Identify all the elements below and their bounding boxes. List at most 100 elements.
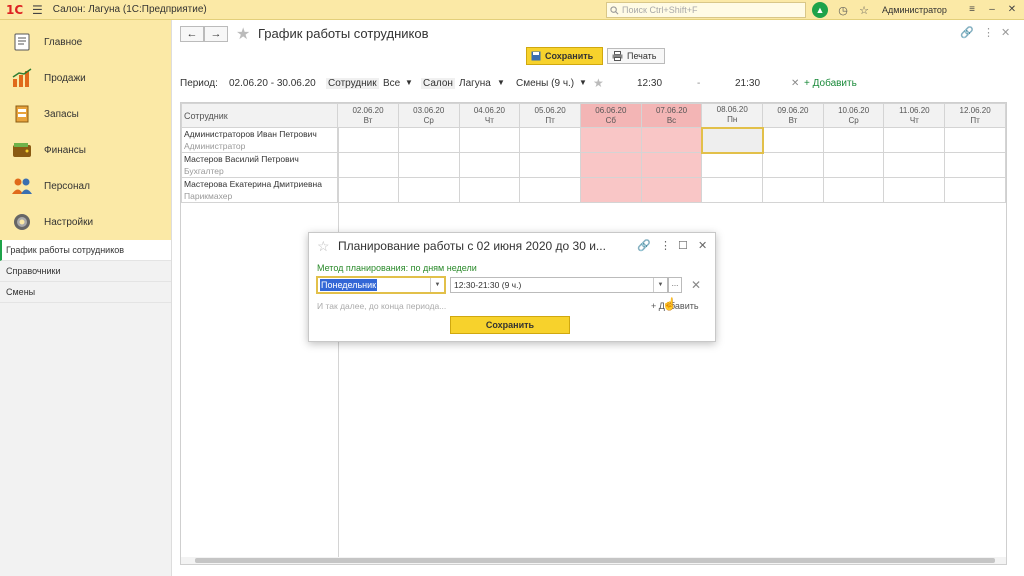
schedule-cell[interactable] (397, 127, 460, 153)
employee-dropdown-icon[interactable]: ▼ (405, 78, 413, 87)
chevron-down-icon[interactable]: ▼ (653, 278, 667, 292)
day-header[interactable]: 03.06.20 Ср (397, 103, 460, 128)
employee-filter-value[interactable]: Все (383, 78, 400, 89)
schedule-cell[interactable] (458, 177, 521, 203)
schedule-cell[interactable] (944, 152, 1006, 178)
employee-cell[interactable]: Мастерова Екатерина Дмитриевна Парикмахер (181, 177, 339, 203)
employee-column-header[interactable]: Сотрудник (181, 103, 339, 128)
dialog-close-icon[interactable]: ✕ (698, 239, 707, 252)
day-header[interactable]: 02.06.20 Вт (337, 103, 399, 128)
day-header[interactable]: 08.06.20 Пн (701, 103, 764, 128)
section-staff[interactable]: Персонал (0, 168, 171, 204)
close-form-icon[interactable]: ✕ (1001, 26, 1010, 39)
chevron-down-icon[interactable]: ▼ (430, 278, 444, 292)
schedule-cell-weekend[interactable] (579, 177, 642, 203)
delete-row-icon[interactable]: ✕ (691, 278, 701, 292)
dialog-link-icon[interactable]: 🔗 (637, 239, 651, 252)
dialog-favorite-star-icon[interactable]: ☆ (317, 238, 330, 255)
schedule-cell[interactable] (822, 177, 885, 203)
forward-button[interactable]: → (204, 26, 228, 42)
schedule-cell[interactable] (762, 152, 824, 178)
section-stock[interactable]: Запасы (0, 96, 171, 132)
employee-cell[interactable]: Администраторов Иван Петрович Администрат… (181, 127, 339, 153)
favorites-star-icon[interactable]: ☆ (858, 4, 870, 17)
minimize-icon[interactable]: – (984, 2, 1000, 18)
schedule-cell[interactable] (883, 127, 946, 153)
nav-catalogs[interactable]: Справочники (0, 261, 171, 282)
employee-row[interactable]: Администраторов Иван Петрович Администрат… (181, 126, 1006, 154)
day-header[interactable]: 12.06.20 Пт (944, 103, 1006, 128)
salon-filter-value[interactable]: Лагуна (459, 78, 491, 89)
more-actions-icon[interactable]: ⋮ (983, 26, 994, 39)
schedule-cell[interactable] (822, 152, 885, 178)
schedule-cell[interactable] (458, 127, 521, 153)
print-button[interactable]: Печать (607, 48, 665, 64)
schedule-cell[interactable] (519, 152, 581, 178)
day-header[interactable]: 09.06.20 Вт (762, 103, 824, 128)
employee-cell[interactable]: Мастеров Василий Петрович Бухгалтер (181, 152, 339, 178)
schedule-cell[interactable] (397, 152, 460, 178)
schedule-cell[interactable] (822, 127, 885, 153)
time-to[interactable]: 21:30 (735, 78, 760, 89)
day-header-weekend[interactable]: 06.06.20 Сб (579, 103, 642, 128)
schedule-cell-weekend[interactable] (579, 152, 642, 178)
schedule-cell[interactable] (519, 177, 581, 203)
section-finance[interactable]: Финансы (0, 132, 171, 168)
schedule-cell[interactable] (762, 127, 824, 153)
section-main[interactable]: Главное (0, 24, 171, 60)
shift-star-icon[interactable]: ★ (593, 76, 604, 90)
window-menu-icon[interactable]: ≡ (964, 2, 980, 18)
schedule-cell-weekend[interactable] (640, 177, 703, 203)
dialog-more-icon[interactable]: ⋮ (660, 239, 671, 252)
schedule-cell[interactable] (337, 177, 399, 203)
shifts-filter-value[interactable]: Смены (9 ч.) (516, 78, 574, 89)
day-of-week-field[interactable]: Понедельник ▼ (316, 276, 446, 294)
history-icon[interactable]: ◷ (837, 4, 849, 17)
shift-select-button[interactable]: ... (668, 277, 682, 293)
save-button[interactable]: Сохранить (526, 47, 603, 65)
schedule-cell[interactable] (337, 127, 399, 153)
nav-shifts[interactable]: Смены (0, 282, 171, 303)
schedule-cell[interactable] (701, 177, 764, 203)
schedule-cell-weekend[interactable] (640, 127, 703, 153)
schedule-cell[interactable] (944, 127, 1006, 153)
time-from[interactable]: 12:30 (637, 78, 662, 89)
scrollbar-thumb[interactable] (195, 558, 995, 563)
shift-field[interactable]: 12:30-21:30 (9 ч.) ▼ (450, 277, 668, 293)
horizontal-scrollbar[interactable] (181, 557, 1006, 564)
back-button[interactable]: ← (180, 26, 204, 42)
period-value[interactable]: 02.06.20 - 30.06.20 (229, 78, 316, 89)
dialog-maximize-icon[interactable]: ☐ (678, 239, 688, 252)
add-shift-link[interactable]: + Добавить (804, 78, 857, 89)
link-icon[interactable]: 🔗 (960, 26, 974, 39)
close-window-icon[interactable]: ✕ (1004, 2, 1020, 18)
menu-icon[interactable]: ☰ (32, 3, 43, 17)
schedule-cell[interactable] (701, 152, 764, 178)
schedule-cell[interactable] (944, 177, 1006, 203)
schedule-cell[interactable] (397, 177, 460, 203)
schedule-cell[interactable] (337, 152, 399, 178)
day-header[interactable]: 10.06.20 Ср (822, 103, 885, 128)
day-header[interactable]: 05.06.20 Пт (519, 103, 581, 128)
shifts-dropdown-icon[interactable]: ▼ (579, 78, 587, 87)
employee-row[interactable]: Мастеров Василий Петрович Бухгалтер (181, 152, 1006, 178)
search-input[interactable]: Поиск Ctrl+Shift+F (606, 2, 806, 18)
schedule-cell-weekend[interactable] (579, 127, 642, 153)
salon-dropdown-icon[interactable]: ▼ (497, 78, 505, 87)
employee-row[interactable]: Мастерова Екатерина Дмитриевна Парикмахер (181, 177, 1006, 203)
schedule-cell-weekend[interactable] (640, 152, 703, 178)
dialog-save-button[interactable]: Сохранить (450, 316, 570, 334)
day-header-weekend[interactable]: 07.06.20 Вс (640, 103, 703, 128)
schedule-cell[interactable] (883, 152, 946, 178)
notifications-icon[interactable]: ▲ (812, 2, 828, 18)
current-user[interactable]: Администратор (882, 5, 947, 15)
schedule-cell[interactable] (883, 177, 946, 203)
favorite-star-icon[interactable]: ★ (236, 24, 250, 44)
day-header[interactable]: 11.06.20 Чт (883, 103, 946, 128)
clear-icon[interactable]: ✕ (791, 78, 799, 89)
section-sales[interactable]: Продажи (0, 60, 171, 96)
schedule-cell[interactable] (519, 127, 581, 153)
schedule-cell[interactable] (762, 177, 824, 203)
schedule-cell-selected[interactable] (700, 126, 764, 154)
schedule-cell[interactable] (458, 152, 521, 178)
